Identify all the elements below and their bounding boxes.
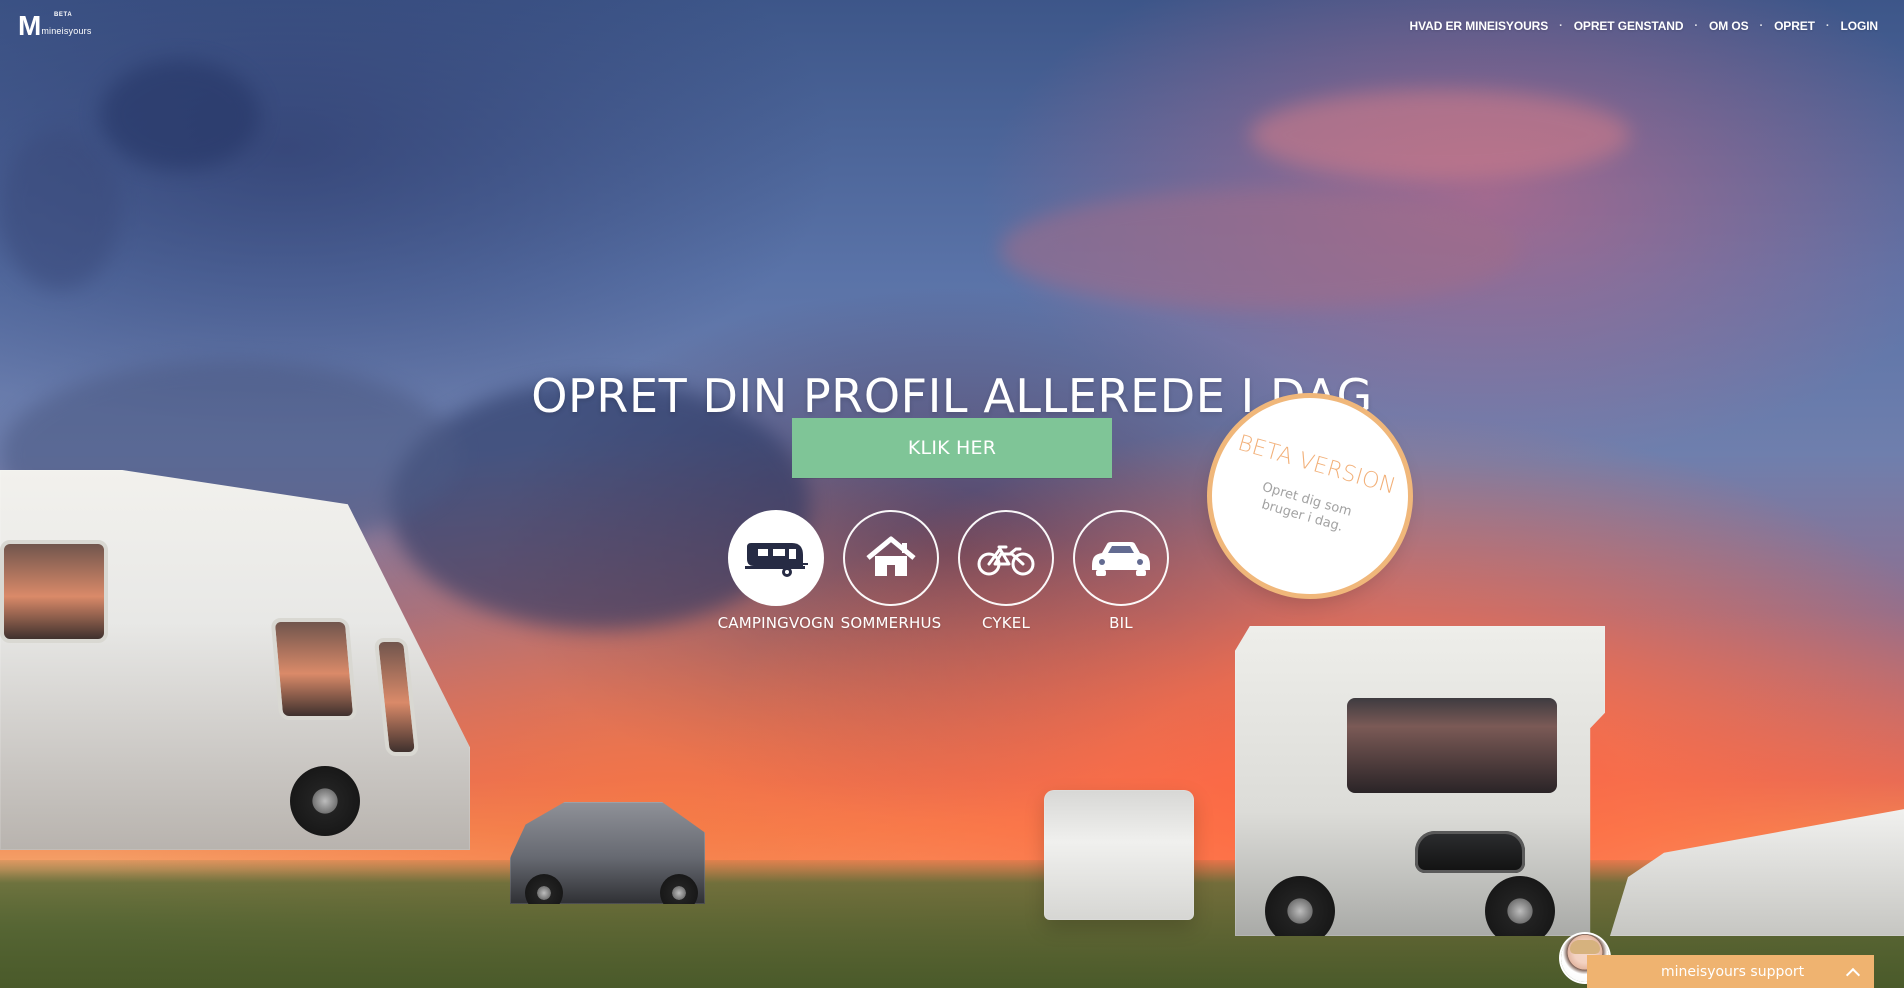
motorhome-wheel xyxy=(1485,876,1555,936)
house-icon xyxy=(866,536,916,576)
cloud-shape xyxy=(0,130,120,290)
nav-item-om-os[interactable]: OM OS xyxy=(1709,19,1749,33)
category-bil[interactable]: BIL xyxy=(1071,510,1171,631)
car-wheel xyxy=(525,874,563,904)
cloud-shape xyxy=(100,60,260,170)
motorhome-wheel xyxy=(1265,876,1335,936)
car-icon xyxy=(1092,542,1150,576)
nav-item-opret-genstand[interactable]: OPRET GENSTAND xyxy=(1574,19,1684,33)
cloud-shape xyxy=(1000,190,1520,310)
logo-text: mineisyours xyxy=(41,25,92,36)
tent-scene-object xyxy=(1610,808,1904,936)
category-label: SOMMERHUS xyxy=(840,614,942,632)
support-label: mineisyours support xyxy=(1661,963,1805,980)
caravan-wheel xyxy=(290,766,360,836)
caravan-window xyxy=(270,618,358,720)
hero-section: M BETA mineisyours HVAD ER MINEISYOURS ·… xyxy=(0,0,1904,988)
category-circle xyxy=(728,510,824,606)
nav-separator: · xyxy=(1759,19,1764,32)
support-chat-widget[interactable]: mineisyours support xyxy=(1561,934,1874,988)
nav-separator: · xyxy=(1694,19,1698,32)
category-circle xyxy=(1073,510,1169,606)
caravan-window xyxy=(373,638,420,756)
klik-her-button[interactable]: KLIK HER xyxy=(792,418,1112,478)
category-campingvogn[interactable]: CAMPINGVOGN xyxy=(718,510,834,631)
parked-car-scene-object xyxy=(510,802,705,904)
category-label: CYKEL xyxy=(981,614,1031,632)
logo-beta-label: BETA xyxy=(54,12,73,18)
category-circle xyxy=(958,510,1054,606)
nav-separator: · xyxy=(1825,19,1830,32)
small-caravan-scene-object xyxy=(1044,790,1194,920)
support-bar[interactable]: mineisyours support xyxy=(1587,955,1874,988)
nav-separator: · xyxy=(1559,19,1563,32)
nav-item-hvad-er-mineisyours[interactable]: HVAD ER MINEISYOURS xyxy=(1410,19,1549,33)
cloud-shape xyxy=(1250,90,1630,180)
category-sommerhus[interactable]: SOMMERHUS xyxy=(841,510,941,631)
hero-title: OPRET DIN PROFIL ALLEREDE I DAG xyxy=(531,368,1373,423)
nav-item-login[interactable]: LOGIN xyxy=(1841,19,1879,33)
logo-mark-text: M xyxy=(18,10,41,41)
category-label: CAMPINGVOGN xyxy=(717,614,835,632)
logo-mark: M BETA xyxy=(18,10,72,41)
chevron-up-icon xyxy=(1846,966,1858,978)
category-label: BIL xyxy=(1109,614,1133,632)
nav-item-opret[interactable]: OPRET xyxy=(1774,19,1815,33)
caravan-icon xyxy=(745,543,808,577)
main-navigation: HVAD ER MINEISYOURS · OPRET GENSTAND · O… xyxy=(1410,19,1879,33)
top-navigation-bar: M BETA mineisyours HVAD ER MINEISYOURS ·… xyxy=(0,0,1904,56)
category-circle xyxy=(843,510,939,606)
motorhome-scene-object xyxy=(1235,626,1605,936)
caravan-window xyxy=(0,540,108,643)
site-logo[interactable]: M BETA mineisyours xyxy=(18,11,138,41)
motorhome-windshield xyxy=(1347,698,1557,793)
motorhome-grill xyxy=(1415,831,1525,873)
category-cykel[interactable]: CYKEL xyxy=(956,510,1056,631)
car-wheel xyxy=(660,874,698,904)
category-selector: CAMPINGVOGN SOMMERHUS CYKEL BIL xyxy=(718,510,1171,631)
bicycle-icon xyxy=(977,545,1035,576)
